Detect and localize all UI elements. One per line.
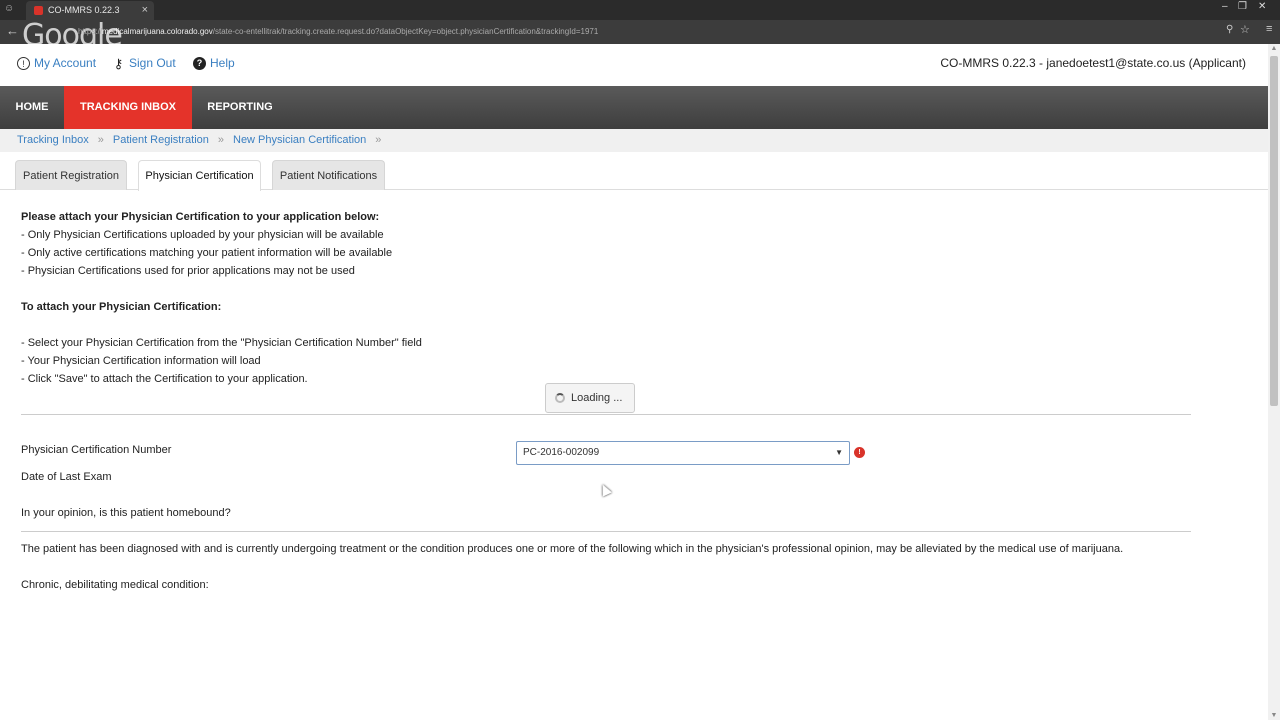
help-link[interactable]: ? Help <box>193 56 235 70</box>
minimize-icon[interactable]: – <box>1222 0 1228 14</box>
cert-number-value: PC-2016-002099 <box>523 447 600 458</box>
browser-titlebar: ☺ CO-MMRS 0.22.3 × – ❐ ✕ <box>0 0 1280 20</box>
user-dash: - <box>1035 56 1047 70</box>
form-tabs: Patient Registration Physician Certifica… <box>0 152 1268 191</box>
divider <box>21 531 1191 532</box>
tab-title: CO-MMRS 0.22.3 <box>48 5 120 15</box>
restore-icon[interactable]: ❐ <box>1238 0 1247 14</box>
nav-home[interactable]: HOME <box>0 86 64 129</box>
tab-close-icon[interactable]: × <box>142 1 148 20</box>
scroll-thumb[interactable] <box>1270 56 1278 406</box>
spinner-icon <box>555 393 565 403</box>
app-version: CO-MMRS 0.22.3 <box>940 56 1036 70</box>
homebound-label: In your opinion, is this patient homebou… <box>21 507 231 519</box>
profile-icon[interactable]: ☺ <box>4 3 14 14</box>
mouse-cursor-icon <box>598 482 612 497</box>
divider <box>21 414 1191 415</box>
back-arrow-icon[interactable]: ← <box>6 23 19 38</box>
favicon-icon <box>34 6 43 15</box>
breadcrumb: Tracking Inbox » Patient Registration » New … <box>0 129 1268 152</box>
loading-indicator: Loading ... <box>545 383 635 413</box>
tab-physician-certification[interactable]: Physician Certification <box>138 160 261 191</box>
step-line: - Select your Physician Certification fr… <box>21 337 422 349</box>
bookmark-star-icon[interactable]: ☆ <box>1240 23 1250 36</box>
required-icon: ! <box>854 447 865 458</box>
user-bar: ! My Account ⚷ Sign Out ? Help CO-MMRS 0… <box>0 44 1268 86</box>
loading-text: Loading ... <box>571 392 623 404</box>
key-icon: ⚷ <box>113 55 124 71</box>
window-close-icon[interactable]: ✕ <box>1258 0 1266 14</box>
tab-patient-registration[interactable]: Patient Registration <box>15 160 127 190</box>
diagnosis-text: The patient has been diagnosed with and … <box>21 543 1124 555</box>
url-field[interactable]: https://medicalmarijuana.colorado.gov/st… <box>70 24 1260 40</box>
breadcrumb-patient-registration[interactable]: Patient Registration <box>113 134 209 146</box>
breadcrumb-sep: » <box>97 134 104 146</box>
cert-number-label: Physician Certification Number <box>21 444 172 456</box>
help-label: Help <box>210 56 235 70</box>
main-nav: HOME TRACKING INBOX REPORTING <box>0 86 1268 129</box>
user-info: CO-MMRS 0.22.3 - janedoetest1@state.co.u… <box>940 56 1246 70</box>
breadcrumb-sep: » <box>375 134 382 146</box>
scroll-down-icon[interactable]: ▼ <box>1270 712 1278 719</box>
instruction-line: - Only active certifications matching yo… <box>21 247 393 259</box>
breadcrumb-sep: » <box>217 134 224 146</box>
nav-reporting[interactable]: REPORTING <box>192 86 288 129</box>
user-email: janedoetest1@state.co.us (Applicant) <box>1046 56 1246 70</box>
step-line: - Click "Save" to attach the Certificati… <box>21 373 308 385</box>
account-icon: ! <box>17 56 30 70</box>
cert-number-select[interactable]: PC-2016-002099 ▼ <box>516 441 850 465</box>
sign-out-link[interactable]: ⚷ Sign Out <box>112 56 176 70</box>
page-scrollbar[interactable]: ▲ ▼ <box>1268 44 1280 720</box>
browser-menu-icon[interactable]: ≡ <box>1266 23 1272 35</box>
chronic-condition-label: Chronic, debilitating medical condition: <box>21 579 209 591</box>
zoom-icon[interactable]: ⚲ <box>1226 24 1233 35</box>
instructions-heading: Please attach your Physician Certificati… <box>21 211 380 223</box>
nav-tracking-inbox[interactable]: TRACKING INBOX <box>64 86 192 129</box>
my-account-label: My Account <box>34 56 97 70</box>
url-host: medicalmarijuana.colorado.gov <box>102 27 213 36</box>
address-bar: ← Google https://medicalmarijuana.colora… <box>0 18 1280 53</box>
url-prefix: https:// <box>78 27 103 36</box>
breadcrumb-new-physician-certification[interactable]: New Physician Certification <box>233 134 366 146</box>
instruction-line: - Only Physician Certifications uploaded… <box>21 229 384 241</box>
instruction-line: - Physician Certifications used for prio… <box>21 265 355 277</box>
url-path: /state-co-entellitrak/tracking.create.re… <box>212 27 599 36</box>
breadcrumb-tracking-inbox[interactable]: Tracking Inbox <box>17 134 89 146</box>
step-line: - Your Physician Certification informati… <box>21 355 261 367</box>
chevron-down-icon: ▼ <box>835 448 843 457</box>
help-icon: ? <box>193 56 206 70</box>
sign-out-label: Sign Out <box>129 56 176 70</box>
tab-patient-notifications[interactable]: Patient Notifications <box>272 160 385 190</box>
my-account-link[interactable]: ! My Account <box>17 56 96 70</box>
attach-heading: To attach your Physician Certification: <box>21 301 222 313</box>
scroll-up-icon[interactable]: ▲ <box>1270 45 1278 52</box>
last-exam-label: Date of Last Exam <box>21 471 112 483</box>
